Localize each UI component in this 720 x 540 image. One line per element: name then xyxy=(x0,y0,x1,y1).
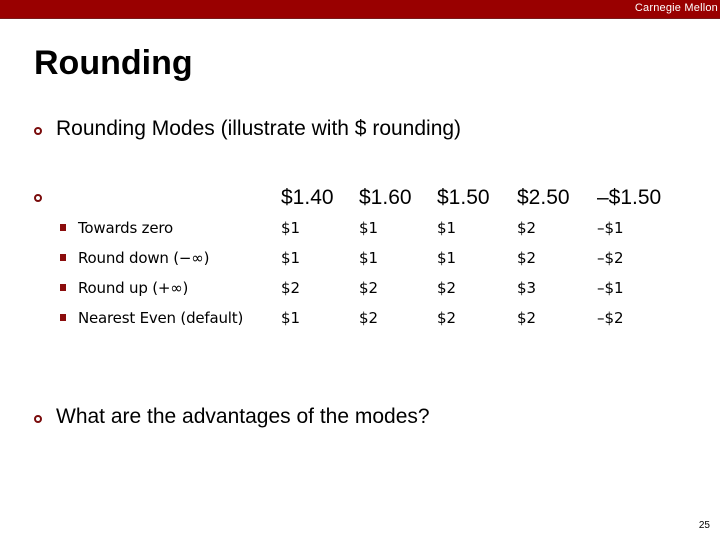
circle-bullet-icon xyxy=(34,194,42,202)
table-cell: $1 xyxy=(359,249,379,267)
table-cell: $2 xyxy=(359,309,379,327)
mode-label: Towards zero xyxy=(78,219,173,237)
table-cell: $3 xyxy=(517,279,537,297)
column-header: $1.60 xyxy=(359,186,412,209)
circle-bullet-icon xyxy=(34,127,42,135)
table-cell: $1 xyxy=(281,219,301,237)
table-cell: $2 xyxy=(437,279,457,297)
table-cell: $1 xyxy=(281,309,301,327)
table-cell: –$2 xyxy=(597,309,624,327)
table-cell: $2 xyxy=(359,279,379,297)
bullet-rounding-modes: Rounding Modes (illustrate with $ roundi… xyxy=(56,117,462,140)
table-cell: $2 xyxy=(281,279,301,297)
table-cell: –$1 xyxy=(597,219,624,237)
column-header: –$1.50 xyxy=(597,186,662,209)
table-cell: $1 xyxy=(437,219,457,237)
header-bar: Carnegie Mellon xyxy=(0,0,720,19)
mode-label: Round up (+∞) xyxy=(78,279,189,297)
header-org-name: Carnegie Mellon xyxy=(634,2,718,14)
table-cell: $2 xyxy=(517,219,537,237)
square-bullet-icon xyxy=(60,284,66,291)
page-number: 25 xyxy=(698,520,710,531)
table-cell: $1 xyxy=(359,219,379,237)
column-header: $1.50 xyxy=(437,186,490,209)
table-cell: –$1 xyxy=(597,279,624,297)
table-cell: $1 xyxy=(281,249,301,267)
square-bullet-icon xyxy=(60,314,66,321)
table-cell: –$2 xyxy=(597,249,624,267)
table-cell: $1 xyxy=(437,249,457,267)
bullet-advantages-question: What are the advantages of the modes? xyxy=(56,405,430,428)
slide-title: Rounding xyxy=(34,44,193,82)
circle-bullet-icon xyxy=(34,415,42,423)
table-cell: $2 xyxy=(517,309,537,327)
column-header: $1.40 xyxy=(281,186,334,209)
table-cell: $2 xyxy=(437,309,457,327)
mode-label: Nearest Even (default) xyxy=(78,309,244,327)
mode-label: Round down (−∞) xyxy=(78,249,210,267)
table-cell: $2 xyxy=(517,249,537,267)
square-bullet-icon xyxy=(60,224,66,231)
column-header: $2.50 xyxy=(517,186,570,209)
square-bullet-icon xyxy=(60,254,66,261)
